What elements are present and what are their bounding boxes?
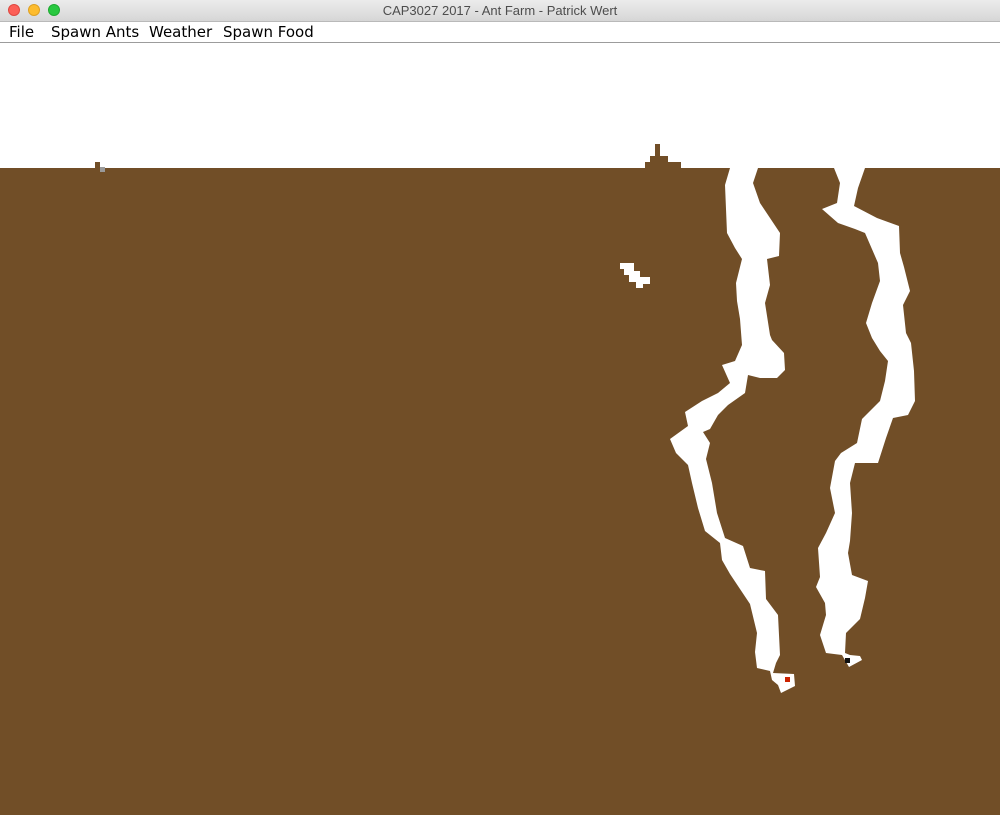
- menu-spawn-food[interactable]: Spawn Food: [223, 23, 314, 41]
- food-pellet: [100, 167, 105, 172]
- ant-red[interactable]: [785, 677, 790, 682]
- menu-bar: File Spawn Ants Weather Spawn Food: [0, 22, 1000, 43]
- ant-farm-canvas[interactable]: [0, 43, 1000, 815]
- window-title: CAP3027 2017 - Ant Farm - Patrick Wert: [382, 3, 618, 18]
- menu-spawn-ants[interactable]: Spawn Ants: [51, 23, 139, 41]
- app-window: CAP3027 2017 - Ant Farm - Patrick Wert F…: [0, 0, 1000, 815]
- sky-area: [0, 43, 1000, 168]
- ant-black[interactable]: [845, 658, 850, 663]
- dirt-mound-left: [95, 162, 100, 168]
- menu-weather[interactable]: Weather: [149, 23, 212, 41]
- menu-file[interactable]: File: [9, 23, 34, 41]
- title-bar[interactable]: CAP3027 2017 - Ant Farm - Patrick Wert: [0, 0, 1000, 22]
